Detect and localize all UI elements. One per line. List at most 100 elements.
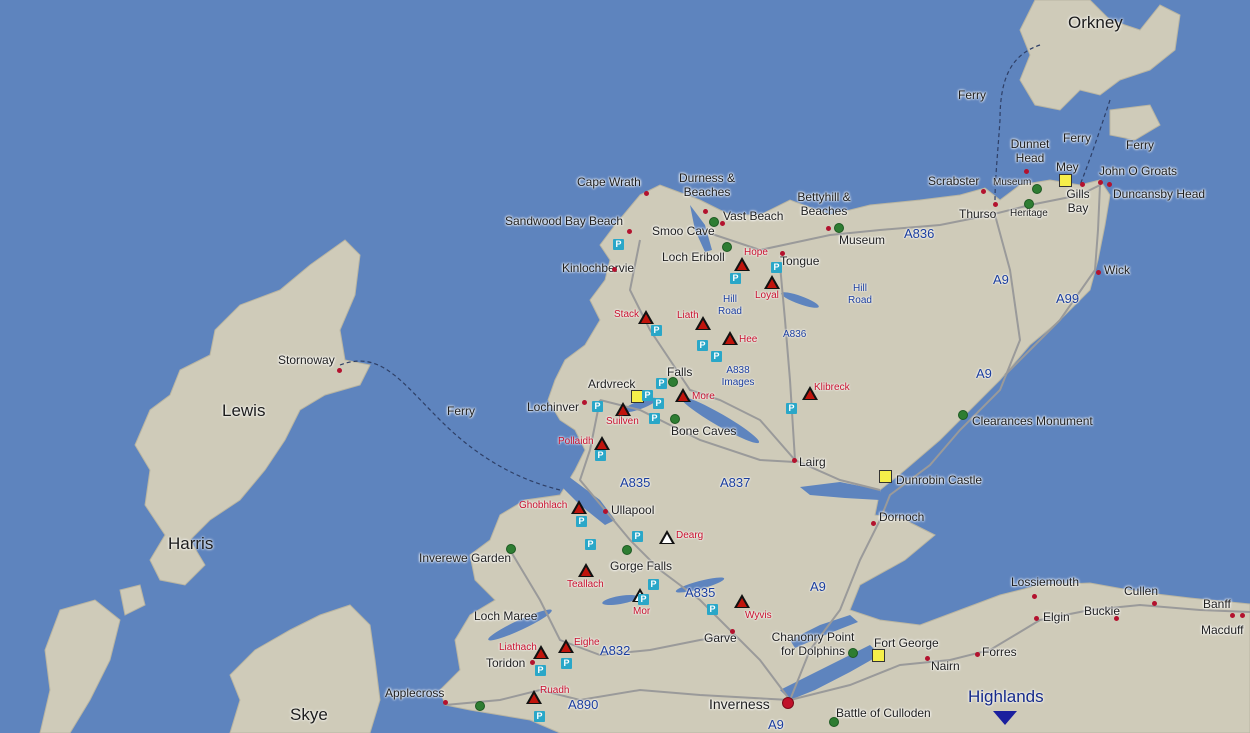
road-label-a836-north: A836 bbox=[904, 226, 935, 241]
parking-icon[interactable]: P bbox=[648, 579, 659, 590]
marker-forres[interactable] bbox=[975, 652, 980, 657]
parking-icon[interactable]: P bbox=[592, 401, 603, 412]
marker-sandwood[interactable] bbox=[627, 229, 632, 234]
parking-icon[interactable]: P bbox=[561, 658, 572, 669]
marker-clearances[interactable] bbox=[958, 410, 968, 420]
parking-icon[interactable]: P bbox=[595, 450, 606, 461]
label-vast-beach: Vast Beach bbox=[723, 209, 784, 223]
marker-ullapool[interactable] bbox=[603, 509, 608, 514]
road-label-a832: A832 bbox=[600, 643, 631, 658]
marker-gills-bay[interactable] bbox=[1080, 182, 1085, 187]
peak-eighe-icon[interactable] bbox=[558, 639, 574, 653]
marker-vast-beach[interactable] bbox=[720, 221, 725, 226]
peak-label-teallach: Teallach bbox=[567, 579, 604, 590]
label-museum-thurso: Museum bbox=[993, 177, 1032, 188]
marker-john-o-groats[interactable] bbox=[1098, 180, 1103, 185]
marker-macduff[interactable] bbox=[1240, 613, 1245, 618]
peak-hee-icon[interactable] bbox=[722, 331, 738, 345]
marker-lossiemouth[interactable] bbox=[1032, 594, 1037, 599]
marker-elgin[interactable] bbox=[1034, 616, 1039, 621]
marker-thurso[interactable] bbox=[993, 202, 998, 207]
marker-banff[interactable] bbox=[1230, 613, 1235, 618]
marker-loch-eriboll[interactable] bbox=[722, 242, 732, 252]
castle-dunrobin-marker[interactable] bbox=[879, 470, 892, 483]
marker-durness[interactable] bbox=[703, 209, 708, 214]
marker-cape-wrath[interactable] bbox=[644, 191, 649, 196]
parking-icon[interactable]: P bbox=[638, 594, 649, 605]
marker-smoo-cave[interactable] bbox=[709, 217, 719, 227]
marker-cullen[interactable] bbox=[1152, 601, 1157, 606]
peak-stack-icon[interactable] bbox=[638, 310, 654, 324]
peak-teallach-icon[interactable] bbox=[578, 563, 594, 577]
marker-applecross-site[interactable] bbox=[475, 701, 485, 711]
parking-icon[interactable]: P bbox=[711, 351, 722, 362]
road-label-a835-north: A835 bbox=[620, 475, 651, 490]
marker-museum-thurso[interactable] bbox=[1032, 184, 1042, 194]
peak-loyal-icon[interactable] bbox=[764, 275, 780, 289]
parking-icon[interactable]: P bbox=[653, 398, 664, 409]
marker-falls[interactable] bbox=[668, 377, 678, 387]
marker-lochinver[interactable] bbox=[582, 400, 587, 405]
peak-hope-icon[interactable] bbox=[734, 257, 750, 271]
label-john-o-groats: John O Groats bbox=[1099, 164, 1178, 178]
marker-nairn[interactable] bbox=[925, 656, 930, 661]
parking-icon[interactable]: P bbox=[642, 390, 653, 401]
parking-icon[interactable]: P bbox=[771, 262, 782, 273]
parking-icon[interactable]: P bbox=[786, 403, 797, 414]
parking-icon[interactable]: P bbox=[576, 516, 587, 527]
marker-buckie[interactable] bbox=[1114, 616, 1119, 621]
peak-wyvis-icon[interactable] bbox=[734, 594, 750, 608]
peak-suilven-icon[interactable] bbox=[615, 402, 631, 416]
peak-ghobhlach-icon[interactable] bbox=[571, 500, 587, 514]
marker-scrabster[interactable] bbox=[981, 189, 986, 194]
marker-torridon[interactable] bbox=[530, 660, 535, 665]
road-label-a836-mid: A836 bbox=[783, 329, 807, 340]
parking-icon[interactable]: P bbox=[613, 239, 624, 250]
marker-inverewe[interactable] bbox=[506, 544, 516, 554]
label-sandwood: Sandwood Bay Beach bbox=[505, 214, 624, 228]
parking-icon[interactable]: P bbox=[656, 378, 667, 389]
marker-wick[interactable] bbox=[1096, 270, 1101, 275]
marker-stornoway[interactable] bbox=[337, 368, 342, 373]
parking-icon[interactable]: P bbox=[730, 273, 741, 284]
label-ullapool: Ullapool bbox=[611, 503, 655, 517]
marker-gorge-falls[interactable] bbox=[622, 545, 632, 555]
marker-inverness[interactable] bbox=[782, 697, 794, 709]
label-torridon: Toridon bbox=[486, 656, 526, 670]
marker-museum-bettyhill[interactable] bbox=[834, 223, 844, 233]
peak-pollaidh-icon[interactable] bbox=[594, 436, 610, 450]
parking-icon[interactable]: P bbox=[632, 531, 643, 542]
label-ferry-orkney-east: Ferry bbox=[1126, 138, 1154, 152]
peak-more-icon[interactable] bbox=[675, 388, 691, 402]
parking-icon[interactable]: P bbox=[534, 711, 545, 722]
label-forres: Forres bbox=[982, 645, 1017, 659]
marker-applecross[interactable] bbox=[443, 700, 448, 705]
parking-icon[interactable]: P bbox=[651, 325, 662, 336]
label-mey: Mey bbox=[1056, 160, 1079, 174]
peak-dearg-icon[interactable] bbox=[659, 530, 675, 544]
castle-mey-marker[interactable] bbox=[1059, 174, 1072, 187]
marker-lairg[interactable] bbox=[792, 458, 797, 463]
marker-tongue[interactable] bbox=[780, 251, 785, 256]
label-ferry-stornoway: Ferry bbox=[447, 404, 475, 418]
marker-duncansby[interactable] bbox=[1107, 182, 1112, 187]
marker-heritage[interactable] bbox=[1024, 199, 1034, 209]
marker-chanonry[interactable] bbox=[848, 648, 858, 658]
parking-icon[interactable]: P bbox=[697, 340, 708, 351]
parking-icon[interactable]: P bbox=[585, 539, 596, 550]
marker-kinlochbervie[interactable] bbox=[612, 267, 617, 272]
marker-bettyhill[interactable] bbox=[826, 226, 831, 231]
peak-label-wyvis: Wyvis bbox=[745, 610, 772, 621]
parking-icon[interactable]: P bbox=[535, 665, 546, 676]
parking-icon[interactable]: P bbox=[649, 413, 660, 424]
castle-fort-george-marker[interactable] bbox=[872, 649, 885, 662]
parking-icon[interactable]: P bbox=[707, 604, 718, 615]
marker-dornoch[interactable] bbox=[871, 521, 876, 526]
marker-garve[interactable] bbox=[730, 629, 735, 634]
road-label-hill-road-east: Hill Road bbox=[848, 283, 872, 306]
map-view[interactable]: Orkney Lewis Harris Skye Stornoway Cape … bbox=[0, 0, 1250, 733]
marker-dunnet-head[interactable] bbox=[1024, 169, 1029, 174]
marker-bone-caves[interactable] bbox=[670, 414, 680, 424]
road-label-a890: A890 bbox=[568, 697, 599, 712]
marker-culloden[interactable] bbox=[829, 717, 839, 727]
